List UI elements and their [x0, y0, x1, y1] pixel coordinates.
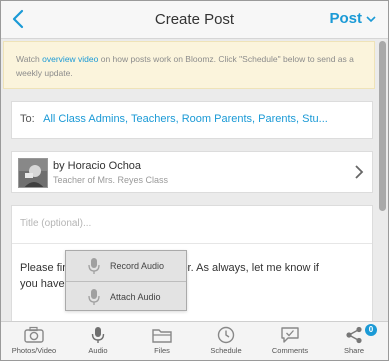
- chevron-down-icon: [366, 15, 376, 22]
- microphone-icon: [91, 327, 105, 343]
- schedule-label: Schedule: [210, 346, 242, 355]
- header-bar: Create Post Post: [1, 1, 388, 39]
- microphone-icon: [88, 288, 100, 305]
- comment-icon: [281, 327, 299, 343]
- share-label: Share: [343, 346, 364, 355]
- avatar: [18, 158, 48, 188]
- share-button[interactable]: Share 0: [322, 324, 386, 355]
- info-banner: Watch overview video on how posts work o…: [3, 41, 375, 89]
- audio-label: Audio: [88, 346, 108, 355]
- attach-audio-option[interactable]: Attach Audio: [66, 281, 186, 311]
- comments-button[interactable]: Comments: [258, 326, 322, 355]
- recipients-value[interactable]: All Class Admins, Teachers, Room Parents…: [43, 113, 328, 125]
- author-name: by Horacio Ochoa: [53, 160, 142, 172]
- create-post-window: Create Post Post Watch overview video on…: [0, 0, 389, 361]
- microphone-icon: [88, 258, 100, 274]
- record-audio-label: Record Audio: [110, 261, 165, 271]
- clock-icon: [217, 326, 235, 344]
- share-icon: [346, 326, 362, 344]
- comments-label: Comments: [271, 346, 309, 355]
- photos-video-button[interactable]: Photos/Video: [2, 326, 66, 355]
- vertical-scrollbar[interactable]: [379, 41, 386, 211]
- folder-icon: [152, 329, 172, 343]
- files-button[interactable]: Files: [130, 326, 194, 355]
- post-button[interactable]: Post: [329, 10, 376, 27]
- post-button-label: Post: [329, 10, 362, 27]
- chevron-right-icon: [355, 165, 364, 179]
- author-subtitle: Teacher of Mrs. Reyes Class: [53, 175, 169, 185]
- share-count-badge: 0: [365, 324, 377, 336]
- recipients-label: To:: [20, 113, 35, 125]
- record-audio-option[interactable]: Record Audio: [66, 251, 186, 281]
- bottom-toolbar: Photos/Video Audio Files Schedule Commen…: [1, 321, 388, 360]
- recipients-field[interactable]: To: All Class Admins, Teachers, Room Par…: [11, 101, 373, 139]
- overview-video-link[interactable]: overview video: [42, 54, 98, 64]
- title-input[interactable]: Title (optional)...: [20, 218, 91, 229]
- info-text-before: Watch: [16, 54, 43, 64]
- photos-video-label: Photos/Video: [11, 346, 57, 355]
- schedule-button[interactable]: Schedule: [194, 326, 258, 355]
- audio-popup-menu: Record Audio Attach Audio: [65, 250, 187, 311]
- camera-icon: [24, 326, 44, 343]
- audio-button[interactable]: Audio: [66, 326, 130, 355]
- author-row[interactable]: by Horacio Ochoa Teacher of Mrs. Reyes C…: [11, 151, 373, 193]
- attach-audio-label: Attach Audio: [110, 291, 161, 302]
- post-form-scroll-area[interactable]: Watch overview video on how posts work o…: [1, 39, 388, 321]
- compose-divider: [12, 243, 372, 244]
- files-label: Files: [154, 346, 170, 355]
